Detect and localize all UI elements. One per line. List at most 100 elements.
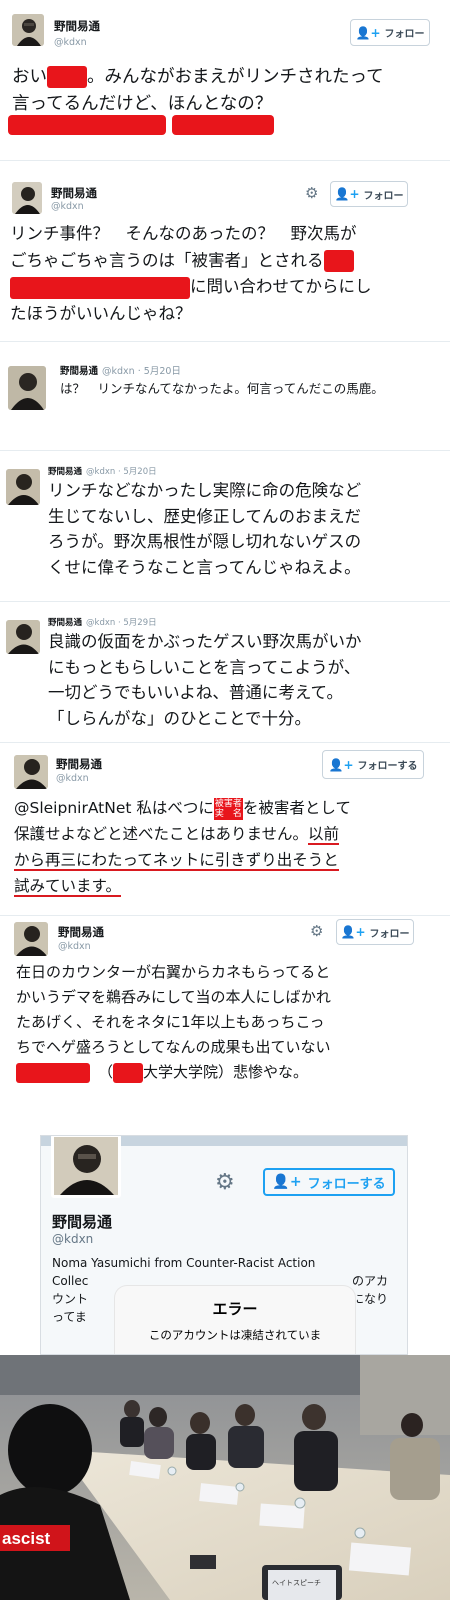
tweet-text-line: 生じてないし、歴史修正してんのおまえだ: [48, 506, 362, 526]
tweet-text-line: （: [98, 1063, 114, 1081]
tweet-1: 野間易通 @kdxn 👤+ フォロー おい 。みんながおまえがリンチされたって 言…: [0, 0, 450, 160]
tweet-5: 野間易通 @kdxn · 5月29日 良識の仮面をかぶったゲスい野次馬がいか にも…: [0, 602, 450, 742]
avatar[interactable]: [14, 922, 48, 956]
tweet-text-line: に問い合わせてからにし: [190, 277, 372, 296]
author-handle[interactable]: @kdxn: [86, 618, 115, 628]
redaction-label-top: 被害者: [214, 798, 242, 809]
profile-bio-line: になり: [352, 1292, 389, 1306]
profile-bio-line: Noma Yasumichi from Counter-Racist Actio…: [52, 1256, 316, 1270]
redaction-label-bottom: 実 名: [214, 808, 242, 819]
tweet-date[interactable]: · 5月29日: [118, 618, 157, 628]
author-name[interactable]: 野間易通: [48, 467, 82, 477]
follow-button[interactable]: 👤+ フォロー: [330, 181, 408, 207]
profile-card: ⚙ 👤+ フォローする 野間易通 @kdxn Noma Yasumichi fr…: [40, 1135, 408, 1355]
redaction-mark: [323, 250, 354, 272]
gear-icon[interactable]: ⚙: [305, 184, 318, 202]
profile-handle: @kdxn: [52, 1232, 94, 1246]
author-name[interactable]: 野間易通: [56, 756, 102, 772]
author-name[interactable]: 野間易通: [54, 18, 100, 34]
tweet-date[interactable]: · 5月20日: [118, 467, 157, 477]
tweet-meta: 野間易通 @kdxn · 5月20日: [48, 465, 157, 477]
tweet-text-line: おい: [12, 67, 47, 87]
tweet-text-line: を被害者として: [242, 799, 351, 817]
add-user-icon: 👤+: [355, 25, 381, 40]
redaction-mark: [113, 1062, 144, 1083]
gear-icon[interactable]: ⚙: [310, 922, 323, 940]
author-handle[interactable]: @kdxn: [51, 201, 84, 212]
tweet-text: は？ リンチなんてなかったよ。何言ってんだこの馬鹿。: [60, 381, 384, 396]
avatar[interactable]: [14, 755, 48, 789]
author-name[interactable]: 野間易通: [58, 924, 104, 940]
avatar[interactable]: [12, 14, 44, 46]
shirt-text: ascist: [2, 1529, 51, 1548]
profile-bio-line: のアカ: [352, 1274, 389, 1288]
error-dialog: エラー このアカウントは凍結されていま: [115, 1286, 355, 1354]
avatar[interactable]: [6, 620, 40, 654]
author-handle[interactable]: @kdxn: [58, 941, 91, 952]
author-handle[interactable]: @kdxn: [54, 37, 87, 48]
tweet-text-line: リンチなどなかったし実際に命の危険など: [48, 481, 362, 500]
avatar[interactable]: [12, 182, 42, 214]
tweet-text-line: 保護せよなどと述べたことはありません。: [14, 825, 309, 843]
tweet-meta: 野間易通 @kdxn · 5月29日: [48, 616, 157, 628]
tweet-6: 野間易通 @kdxn 👤+ フォローする @SleipnirAtNet 私はべつ…: [0, 743, 450, 915]
follow-button[interactable]: 👤+ フォロー: [336, 919, 414, 945]
author-handle[interactable]: @kdxn: [86, 467, 115, 477]
avatar[interactable]: [6, 469, 40, 505]
tweet-text-line: たほうがいいんじゃね？: [10, 303, 192, 323]
follow-button[interactable]: 👤+ フォロー: [350, 19, 430, 46]
add-user-icon: 👤+: [340, 925, 366, 939]
follow-button[interactable]: 👤+ フォローする: [322, 750, 424, 779]
tweet-text: おい 。みんながおまえがリンチされたって 言ってるんだけど、ほんとなの？: [12, 64, 442, 118]
redaction-mark: [172, 115, 274, 135]
redaction-label: 被害者実 名: [213, 797, 243, 820]
redaction-mark: [10, 276, 190, 299]
redaction-mark: [47, 66, 87, 88]
underlined-text: 以前: [308, 825, 340, 845]
tweet-text-line: 在日のカウンターが右翼からカネもらってると: [16, 963, 331, 981]
tweet-text-line: 良識の仮面をかぶったゲスい野次馬がいか: [48, 632, 362, 651]
follow-button-label: フォローする: [307, 1176, 386, 1192]
follow-button-label: フォロー: [363, 190, 404, 202]
author-handle[interactable]: @kdxn: [56, 773, 89, 784]
tweet-date[interactable]: · 5月20日: [138, 366, 181, 377]
sign-text: ヘイトスピーチ: [272, 1579, 321, 1587]
author-handle[interactable]: @kdxn: [102, 366, 135, 377]
tweet-text-line: 私はべつに: [136, 799, 214, 817]
tweet-text: リンチなどなかったし実際に命の危険など 生じてないし、歴史修正してんのおまえだ …: [48, 478, 448, 580]
tweet-text: 在日のカウンターが右翼からカネもらってると かいうデマを鵜呑みにして当の本人にし…: [16, 960, 446, 1085]
tweet-text-line: 言ってるんだけど、ほんとなの？: [12, 94, 273, 114]
tweet-text-line: 「しらんがな」のひとことで十分。: [48, 708, 312, 728]
profile-bio-line: Collec: [52, 1274, 89, 1288]
profile-avatar[interactable]: [51, 1136, 121, 1198]
add-user-icon: 👤+: [272, 1174, 302, 1190]
tweet-text-line: 一切どうでもいいよね、普通に考えて。: [48, 683, 344, 702]
tweet-text: @SleipnirAtNet 私はべつに 被害者実 名を被害者として 保護せよなど…: [14, 795, 444, 899]
tweet-text-line: ろうが。野次馬根性が隠し切れないゲスの: [48, 532, 362, 551]
underlined-text: 試みています。: [14, 877, 121, 897]
tweet-text: 良識の仮面をかぶったゲスい野次馬がいか にもっともらしいことを言ってこようが、 …: [48, 629, 448, 731]
tweet-text-line: くせに偉そうなこと言ってんじゃねえよ。: [48, 557, 361, 577]
avatar[interactable]: [8, 366, 46, 410]
tweet-text-line: 大学大学院）悲惨やな。: [143, 1063, 309, 1081]
author-name[interactable]: 野間易通: [60, 366, 98, 377]
tweet-2: 野間易通 @kdxn ⚙ 👤+ フォロー リンチ事件？ そんなのあったの？ 野次…: [0, 161, 450, 341]
tweet-text-line: リンチ事件？ そんなのあったの？ 野次馬が: [10, 224, 357, 243]
mention-link[interactable]: @SleipnirAtNet: [14, 799, 131, 817]
redaction-mark: [8, 115, 166, 135]
error-title: エラー: [212, 1300, 258, 1318]
tweet-text-line: かいうデマを鵜呑みにして当の本人にしばかれ: [16, 988, 331, 1006]
underlined-text: から再三にわたってネットに引きずり出そうと: [14, 851, 339, 871]
tweet-meta: 野間易通 @kdxn · 5月20日: [60, 363, 181, 377]
profile-bio-line: ウント: [52, 1292, 89, 1306]
author-name[interactable]: 野間易通: [48, 618, 82, 628]
tweet-3: 野間易通 @kdxn · 5月20日 は？ リンチなんてなかったよ。何言ってんだこ…: [0, 342, 450, 450]
tweet-text: リンチ事件？ そんなのあったの？ 野次馬が ごちゃごちゃ言うのは「被害者」とされ…: [10, 221, 445, 327]
follow-button-label: フォローする: [357, 761, 418, 772]
gear-icon[interactable]: ⚙: [215, 1170, 235, 1195]
add-user-icon: 👤+: [334, 187, 360, 201]
author-name[interactable]: 野間易通: [51, 185, 97, 201]
tweet-7: 野間易通 @kdxn ⚙ 👤+ フォロー 在日のカウンターが右翼からカネもらって…: [0, 916, 450, 1106]
follow-button[interactable]: 👤+ フォローする: [263, 1168, 395, 1196]
error-message: このアカウントは凍結されていま: [148, 1328, 322, 1342]
